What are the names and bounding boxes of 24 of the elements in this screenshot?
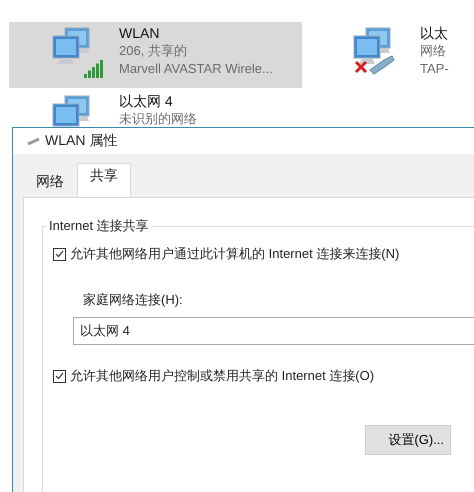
tab[interactable]: 网络	[23, 166, 77, 197]
connection-device: Marvell AVASTAR Wirele...	[119, 60, 273, 78]
checkbox[interactable]	[53, 370, 66, 382]
signal-bars-icon	[83, 58, 105, 78]
connection-status: 网络	[420, 42, 447, 60]
group-title: Internet 连接共享	[47, 217, 151, 235]
connection-name: 以太	[420, 24, 449, 42]
connection-status: 206, 共享的	[119, 42, 188, 60]
unplugged-cable-icon	[354, 54, 396, 76]
field-label: 家庭网络连接(H):	[83, 291, 184, 309]
tab[interactable]: 共享	[77, 163, 131, 197]
checkbox-label[interactable]: 允许其他网络用户通过此计算机的 Internet 连接来连接(N)	[70, 245, 400, 263]
connection-tile[interactable]: 以太 网络 TAP-	[350, 22, 474, 88]
cable-icon	[27, 137, 41, 145]
checkbox-label[interactable]: 允许其他网络用户控制或禁用共享的 Internet 连接(O)	[70, 367, 374, 385]
connection-device: TAP-	[420, 60, 449, 78]
connection-name: 以太网 4	[119, 92, 174, 110]
connection-name: WLAN	[119, 24, 160, 42]
connection-status: 未识别的网络	[119, 110, 197, 127]
settings-button[interactable]: 设置(G)...	[365, 425, 451, 455]
home-network-dropdown[interactable]: 以太网 4	[73, 317, 474, 345]
checkbox[interactable]	[53, 248, 66, 260]
window-title: WLAN 属性	[45, 132, 118, 150]
connection-tile[interactable]: WLAN 206, 共享的 Marvell AVASTAR Wirele...	[9, 22, 302, 88]
